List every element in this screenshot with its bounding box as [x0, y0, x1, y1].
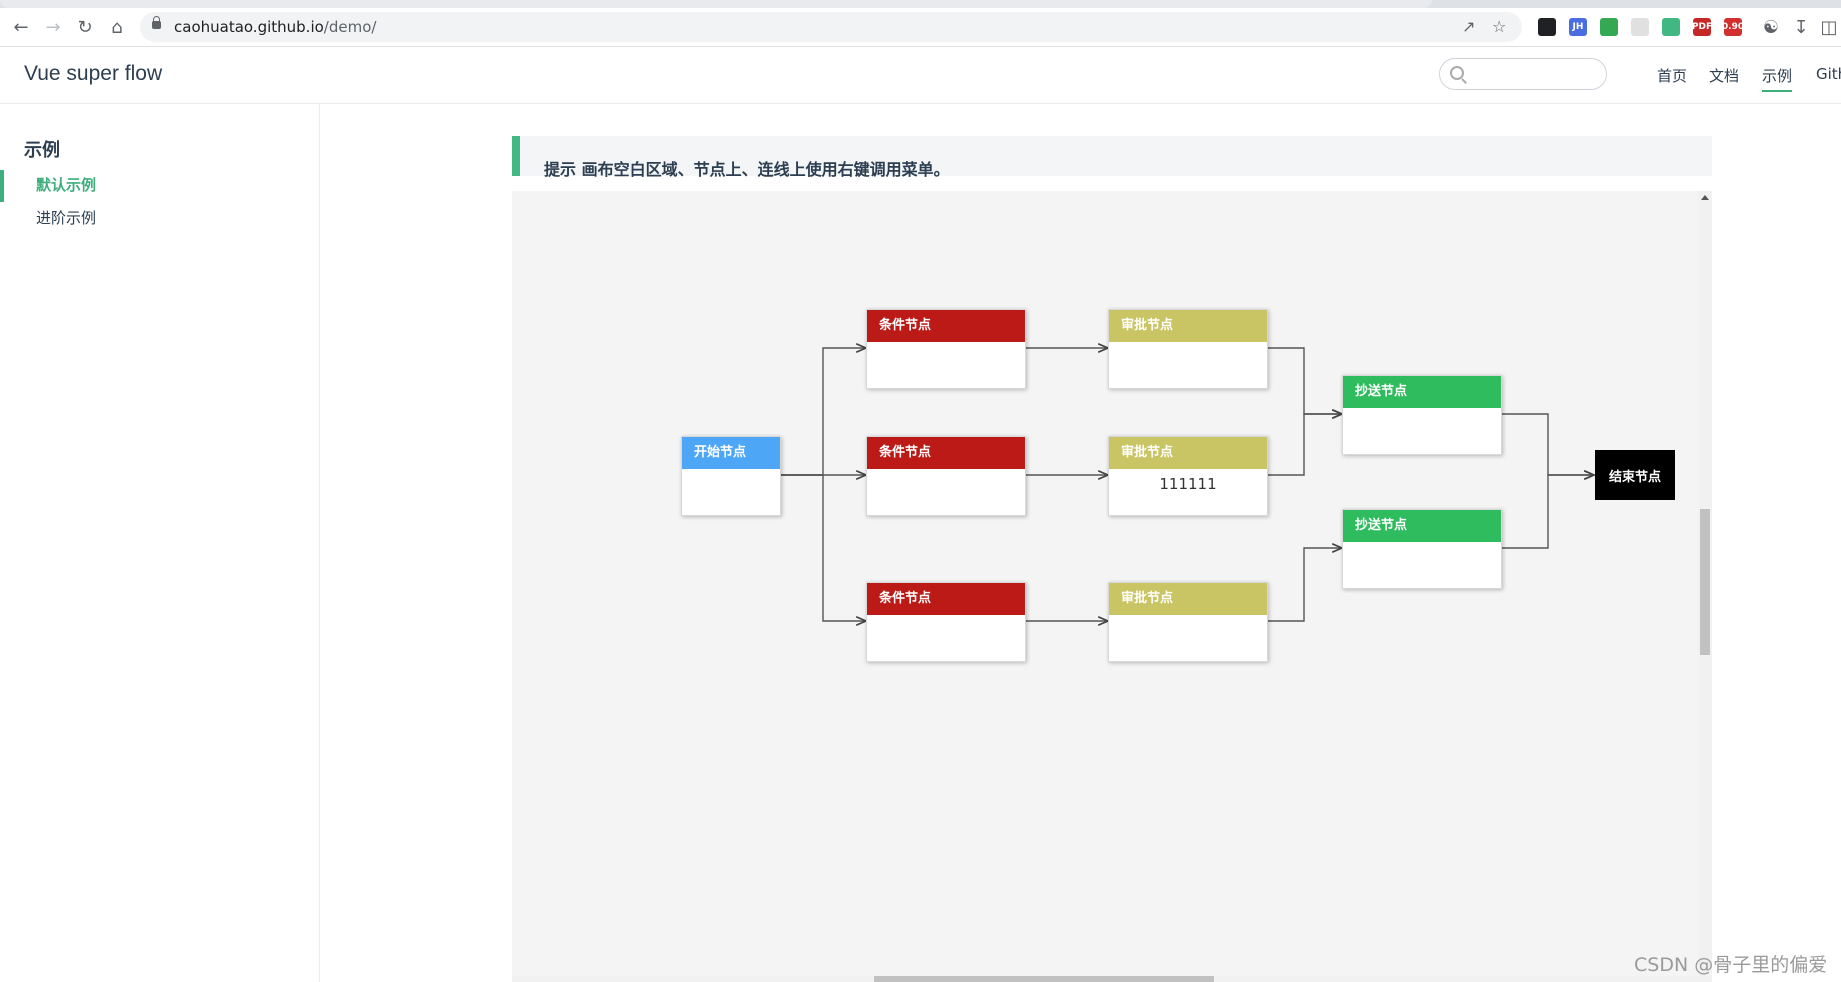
browser-toolbar: ← → ↻ ⌂ caohuatao.github.io/demo/ ↗ ☆ JH…	[0, 8, 1841, 47]
condition-node-2[interactable]: 条件节点	[866, 436, 1026, 516]
back-icon[interactable]: ←	[10, 16, 32, 38]
condition-node-2-title: 条件节点	[867, 437, 1025, 469]
tip-text: 提示 画布空白区域、节点上、连线上使用右键调用菜单。	[544, 160, 950, 179]
ext-grid-icon[interactable]	[1631, 18, 1649, 36]
download-icon[interactable]: ↧	[1790, 16, 1812, 38]
edge-start-cond1	[781, 348, 866, 476]
scroll-up-arrow-icon[interactable]	[1701, 195, 1709, 200]
end-node[interactable]: 结束节点	[1595, 450, 1675, 500]
nav-github[interactable]: Gith	[1816, 65, 1841, 83]
cc-node-1-title: 抄送节点	[1343, 376, 1501, 408]
address-bar[interactable]: caohuatao.github.io/demo/ ↗ ☆	[140, 12, 1522, 42]
nav-examples[interactable]: 示例	[1762, 65, 1793, 92]
approval-node-2-content: 111111	[1159, 475, 1217, 493]
extensions-puzzle-icon[interactable]: ☯	[1760, 16, 1782, 38]
ext-pdf-icon[interactable]: PDF	[1692, 18, 1712, 36]
condition-node-1-content	[867, 342, 1025, 348]
nav-home[interactable]: 首页	[1657, 65, 1687, 86]
approval-node-1[interactable]: 审批节点	[1108, 309, 1268, 389]
tip-box: 提示 画布空白区域、节点上、连线上使用右键调用菜单。	[512, 136, 1712, 179]
sidebar-active-indicator	[0, 170, 4, 202]
start-node-title: 开始节点	[682, 437, 780, 469]
approval-node-2-title: 审批节点	[1109, 437, 1267, 469]
search-icon	[1450, 66, 1464, 80]
ext-diamond-icon[interactable]	[1600, 18, 1618, 36]
canvas-vertical-scrollbar[interactable]	[1698, 191, 1712, 982]
edge-appr3-cc2	[1268, 548, 1342, 622]
cc-node-2-content	[1343, 542, 1501, 548]
condition-node-3-content	[867, 615, 1025, 621]
ext-vue-icon[interactable]	[1662, 18, 1680, 36]
cc-node-2[interactable]: 抄送节点	[1342, 509, 1502, 589]
approval-node-1-content	[1109, 342, 1267, 348]
home-icon[interactable]: ⌂	[106, 16, 128, 38]
edge-cc2-end	[1502, 475, 1594, 549]
share-icon[interactable]: ↗	[1462, 17, 1475, 36]
ext-black-icon[interactable]	[1538, 18, 1556, 36]
cc-node-1[interactable]: 抄送节点	[1342, 375, 1502, 455]
search-input[interactable]	[1439, 58, 1607, 90]
approval-node-1-title: 审批节点	[1109, 310, 1267, 342]
condition-node-2-content	[867, 469, 1025, 475]
condition-node-3-title: 条件节点	[867, 583, 1025, 615]
cc-node-1-content	[1343, 408, 1501, 414]
flow-canvas[interactable]: 开始节点 条件节点 条件节点 条件节点 审批节点 审批节点 111111 审批节…	[512, 191, 1712, 982]
lock-icon	[152, 16, 161, 29]
forward-icon[interactable]: →	[42, 16, 64, 38]
sidepanel-icon[interactable]: ◫	[1818, 16, 1840, 38]
bookmark-star-icon[interactable]: ☆	[1492, 17, 1506, 36]
url-text: caohuatao.github.io/demo/	[174, 18, 377, 36]
condition-node-1-title: 条件节点	[867, 310, 1025, 342]
canvas-horizontal-scrollbar[interactable]	[512, 976, 1698, 982]
site-title[interactable]: Vue super flow	[24, 62, 162, 86]
vertical-scroll-thumb[interactable]	[1700, 509, 1710, 655]
active-tab[interactable]	[0, 0, 1432, 8]
condition-node-3[interactable]: 条件节点	[866, 582, 1026, 662]
reload-icon[interactable]: ↻	[74, 16, 96, 38]
edge-appr1-cc1	[1268, 347, 1342, 414]
sidebar-item-advanced-example[interactable]: 进阶示例	[36, 207, 96, 228]
cc-node-2-title: 抄送节点	[1343, 510, 1501, 542]
horizontal-scroll-thumb[interactable]	[874, 976, 1214, 982]
edge-cc1-end	[1502, 413, 1594, 475]
ext-jh-icon[interactable]: JH	[1569, 18, 1587, 36]
flow-edges	[781, 191, 1698, 976]
approval-node-2[interactable]: 审批节点 111111	[1108, 436, 1268, 516]
approval-node-3[interactable]: 审批节点	[1108, 582, 1268, 662]
approval-node-3-content	[1109, 615, 1267, 621]
ext-badge-icon[interactable]: 0.90	[1722, 18, 1744, 36]
condition-node-1[interactable]: 条件节点	[866, 309, 1026, 389]
start-node[interactable]: 开始节点	[681, 436, 781, 516]
edge-appr2-cc1	[1268, 414, 1342, 476]
approval-node-3-title: 审批节点	[1109, 583, 1267, 615]
start-node-content	[682, 469, 780, 475]
watermark: CSDN @骨子里的偏爱	[1634, 954, 1828, 976]
sidebar: 示例 默认示例 进阶示例	[0, 104, 320, 982]
site-header: Vue super flow 首页 文档 示例 Gith	[0, 47, 1841, 104]
nav-docs[interactable]: 文档	[1709, 65, 1739, 86]
sidebar-heading: 示例	[24, 140, 60, 161]
sidebar-item-default-example[interactable]: 默认示例	[36, 174, 96, 195]
tab-strip	[0, 0, 1841, 8]
edge-start-cond3	[781, 474, 866, 621]
